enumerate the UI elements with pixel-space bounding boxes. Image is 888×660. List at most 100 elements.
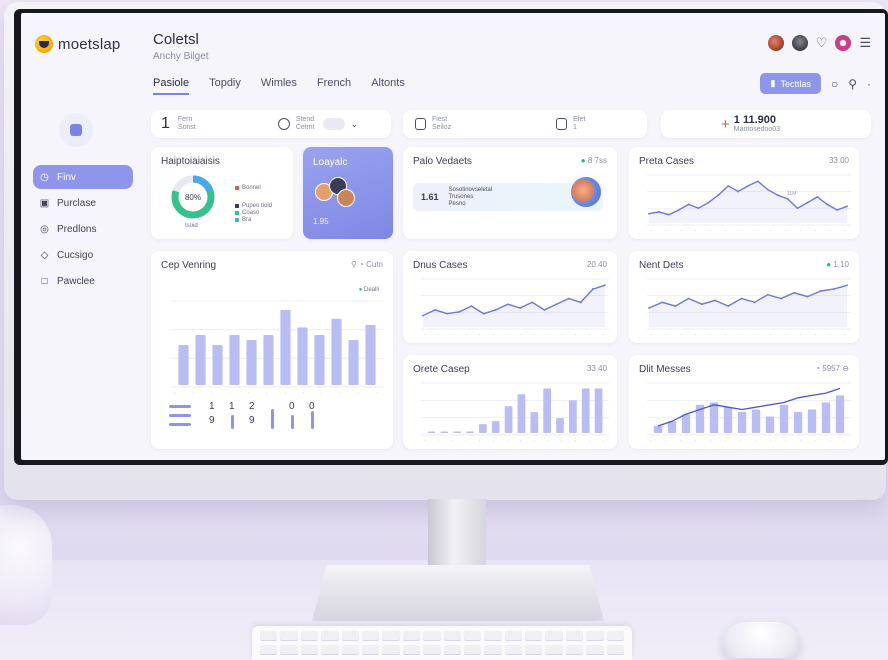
card-title: Palo Vedaets bbox=[413, 156, 472, 167]
search-icon[interactable]: ⚲ bbox=[848, 77, 857, 91]
keyboard-key bbox=[565, 631, 584, 640]
data-point bbox=[494, 309, 497, 311]
sidebar-item-purclase[interactable]: ▣ Purclase bbox=[33, 191, 133, 215]
line-card-dnus[interactable]: Dnus Cases 20.40 · · · · · · · · · · · · · · bbox=[403, 251, 617, 343]
tick-mark: · bbox=[211, 390, 213, 395]
sidebar-logo-icon[interactable] bbox=[59, 113, 93, 147]
stat-card: + 1 11.900 Maotosedoo03 bbox=[661, 110, 871, 138]
notification-badge-icon[interactable] bbox=[835, 35, 852, 51]
promo-line: Pesno bbox=[448, 200, 466, 207]
tick-mark: · bbox=[266, 390, 268, 395]
promo-card[interactable]: Palo Vedaets ● 8 7ss 1.61 Sosotinovselet… bbox=[403, 147, 617, 239]
data-point bbox=[714, 299, 716, 302]
data-point bbox=[687, 297, 690, 300]
data-point bbox=[707, 201, 710, 204]
action-button-label: Tecttlas bbox=[780, 78, 811, 89]
menu-icon[interactable]: ☰ bbox=[859, 35, 871, 51]
bar bbox=[229, 335, 240, 385]
filter-sublabel: Cetmt bbox=[295, 124, 315, 131]
tab-altonts[interactable]: Altonts bbox=[371, 77, 405, 95]
tick-mark: · bbox=[438, 438, 440, 443]
action-button[interactable]: ▮ Tecttlas bbox=[760, 73, 821, 94]
stat-line bbox=[169, 414, 191, 417]
filter-card-primary[interactable]: 1 Fern Sonst Stend Cetmt ⌄ bbox=[151, 110, 391, 138]
tick-mark: · bbox=[829, 332, 831, 337]
tick-mark: · bbox=[665, 228, 667, 233]
tab-wimles[interactable]: Wimles bbox=[261, 77, 297, 95]
card-title: Dnus Cases bbox=[413, 260, 468, 271]
tab-topdiy[interactable]: Topdiy bbox=[209, 77, 241, 95]
circle-icon bbox=[277, 118, 290, 130]
loyal-card[interactable]: Loayalc 1.95 bbox=[303, 147, 393, 239]
stat-line bbox=[169, 405, 191, 408]
tick-mark: · bbox=[534, 332, 536, 337]
keyboard-key bbox=[341, 644, 359, 654]
tick-mark: · bbox=[770, 228, 772, 233]
tick-mark: · bbox=[248, 390, 250, 395]
tick-mark: · bbox=[844, 228, 846, 233]
card-meta: ● 8 7ss bbox=[580, 156, 607, 165]
tab-french[interactable]: French bbox=[317, 77, 351, 95]
heart-icon[interactable]: ♡ bbox=[816, 35, 828, 51]
data-point bbox=[648, 212, 650, 215]
app-logo[interactable]: moetslap bbox=[35, 35, 120, 53]
tick-mark: · bbox=[725, 228, 727, 233]
keyboard-key bbox=[361, 631, 380, 640]
data-point bbox=[555, 303, 558, 306]
filter-label: Fern bbox=[177, 116, 193, 123]
avatar[interactable] bbox=[767, 35, 784, 51]
data-point bbox=[677, 209, 680, 211]
tab-pasiole[interactable]: Pasiole bbox=[153, 77, 190, 95]
card-meta: ● 1.10 bbox=[826, 260, 849, 269]
sidebar-item-finv[interactable]: ◷ Finv bbox=[33, 165, 133, 189]
tick-mark: · bbox=[770, 332, 772, 337]
data-point bbox=[816, 196, 819, 198]
tick-mark: · bbox=[755, 228, 757, 233]
tick-mark: · bbox=[575, 332, 577, 337]
bar bbox=[835, 395, 845, 433]
data-point bbox=[687, 203, 690, 206]
combo-chart: · · · · · · · · · · · · · · bbox=[647, 382, 851, 443]
keyboard-key bbox=[545, 644, 563, 654]
filter-card-secondary[interactable]: Fiest Seiloz Efet 1 bbox=[403, 110, 647, 138]
circle-icon[interactable]: ○ bbox=[831, 77, 838, 91]
line-chart: · · · · · · · · · · · · · · 11M bbox=[647, 174, 851, 233]
bar-card-cep[interactable]: Cep Venring ⚲ ◔ Cutn ● Dealli · · · · · · · · · ·… bbox=[151, 251, 393, 449]
data-point bbox=[579, 301, 582, 304]
tick-mark: · bbox=[829, 228, 831, 233]
keyboard-key bbox=[484, 631, 502, 640]
card-meta: 33.00 bbox=[828, 156, 849, 165]
sidebar-item-label: Cucsigo bbox=[57, 249, 94, 261]
data-point bbox=[846, 284, 848, 287]
line-card-nent[interactable]: Nent Dets ● 1.10 · · · · · · · · · · · · · · bbox=[629, 251, 859, 343]
chevron-down-icon[interactable]: ⌄ bbox=[351, 119, 359, 130]
line-card-preta[interactable]: Preta Cases 33.00 · · · · · · · · · · · · · · 11M bbox=[629, 147, 859, 239]
bar bbox=[365, 325, 376, 385]
filter-sublabel: 1 bbox=[573, 124, 577, 131]
more-icon[interactable]: · bbox=[867, 77, 871, 91]
data-point bbox=[458, 310, 461, 313]
tick-mark: · bbox=[680, 332, 682, 337]
data-point bbox=[753, 301, 756, 304]
donut-card[interactable]: Haiptoiaiaisis 80% Isuid Bonnel Pupeo ti… bbox=[151, 147, 293, 239]
tick-mark: · bbox=[844, 332, 846, 337]
keyboard-key bbox=[504, 631, 523, 640]
target-icon: ◎ bbox=[40, 223, 49, 235]
data-point bbox=[766, 293, 769, 296]
sidebar-item-pawclee[interactable]: □ Pawclee bbox=[33, 269, 133, 293]
bar bbox=[263, 335, 274, 385]
monitor-stand bbox=[312, 565, 604, 621]
sidebar-item-cucsigo[interactable]: ◇ Cucsigo bbox=[33, 243, 133, 267]
data-point bbox=[747, 184, 749, 187]
filter-toggle[interactable] bbox=[322, 118, 345, 130]
bar bbox=[709, 402, 719, 433]
bar-card-orete[interactable]: Orete Casep 33.40 · · · · · · · · · · · · · · bbox=[403, 355, 617, 449]
stat-label: Maotosedoo03 bbox=[733, 126, 781, 133]
tick-mark: · bbox=[358, 390, 360, 395]
avatar[interactable] bbox=[791, 35, 808, 51]
tick-mark: · bbox=[284, 390, 286, 395]
tick-mark: · bbox=[520, 438, 522, 443]
combo-card-dlit[interactable]: Dlit Messes ◔ 5957 ⊖ · · · · · · · · · · · · · · bbox=[629, 355, 859, 449]
bar bbox=[667, 421, 677, 433]
sidebar-item-predlons[interactable]: ◎ Predlons bbox=[33, 217, 133, 241]
